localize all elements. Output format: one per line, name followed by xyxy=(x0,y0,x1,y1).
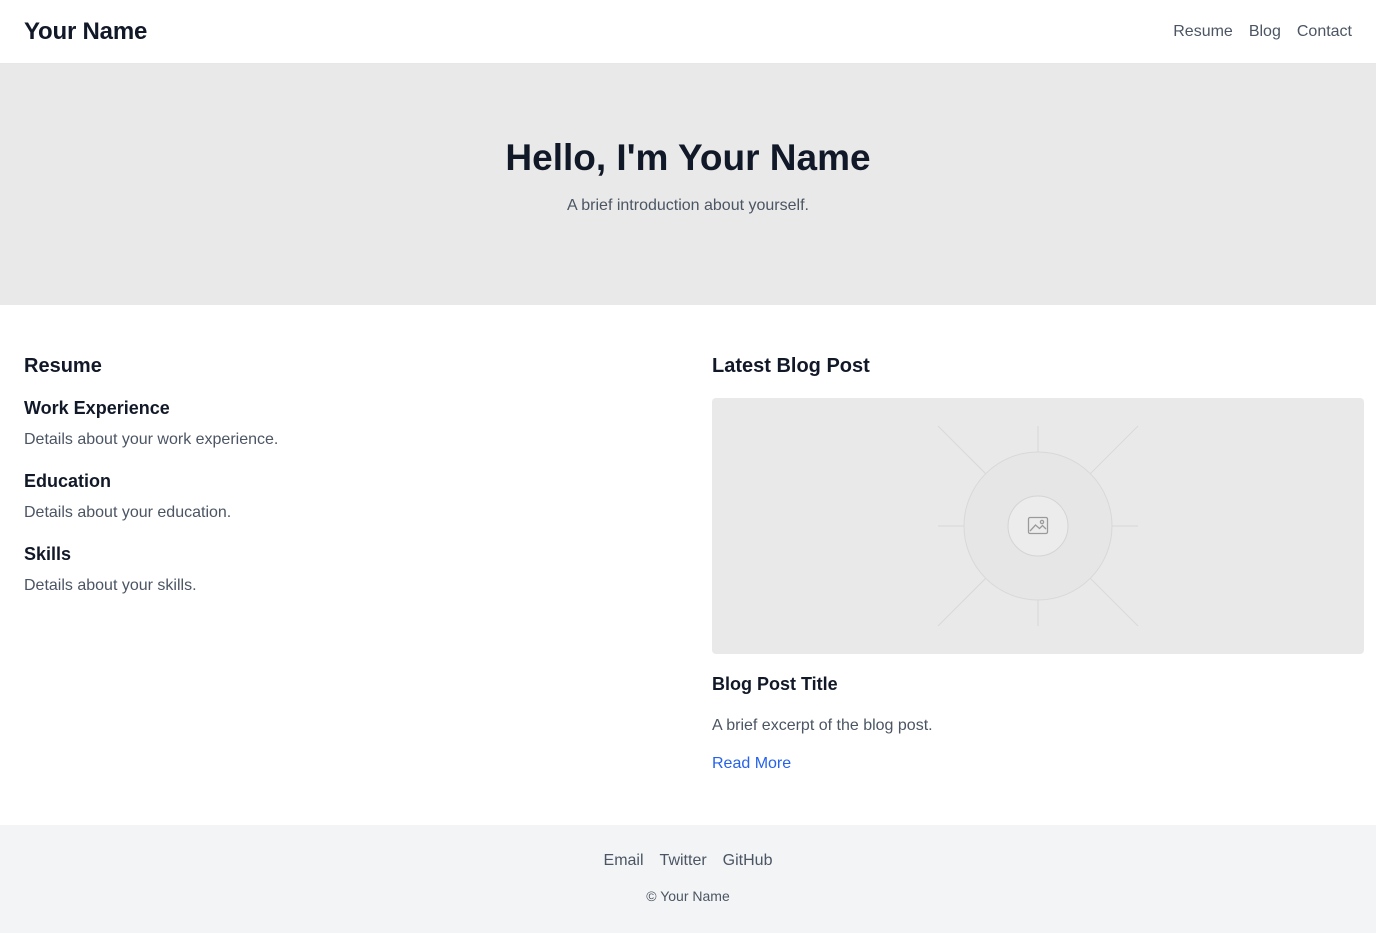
site-title[interactable]: Your Name xyxy=(24,18,147,46)
resume-item-text: Details about your education. xyxy=(24,504,232,521)
main-content: Resume Work Experience Details about you… xyxy=(0,305,1376,825)
resume-item-text: Details about your skills. xyxy=(24,577,197,594)
nav-link-blog[interactable]: Blog xyxy=(1249,23,1281,41)
blog-image-placeholder xyxy=(712,398,1364,654)
resume-item-text: Details about your work experience. xyxy=(24,431,279,448)
blog-post-excerpt: A brief excerpt of the blog post. xyxy=(712,717,933,734)
blog-post-title[interactable]: Blog Post Title xyxy=(712,674,1352,695)
nav-link-resume[interactable]: Resume xyxy=(1173,23,1233,41)
resume-item-title: Education xyxy=(24,471,112,491)
main-nav: Resume Blog Contact xyxy=(1173,23,1352,41)
footer-link-twitter[interactable]: Twitter xyxy=(660,852,707,870)
site-footer: Email Twitter GitHub © Your Name xyxy=(0,825,1376,933)
resume-item-skills: Skills Details about your skills. xyxy=(24,544,664,595)
resume-item-education: Education Details about your education. xyxy=(24,471,664,522)
read-more-link[interactable]: Read More xyxy=(712,755,791,773)
blog-heading: Latest Blog Post xyxy=(712,355,870,377)
footer-link-email[interactable]: Email xyxy=(604,852,644,870)
hero-section: Hello, I'm Your Name A brief introductio… xyxy=(0,64,1376,305)
resume-column: Resume Work Experience Details about you… xyxy=(24,355,664,825)
footer-links: Email Twitter GitHub xyxy=(604,852,773,870)
hero-subtitle: A brief introduction about yourself. xyxy=(567,196,809,214)
resume-item-title: Skills xyxy=(24,544,72,564)
copyright-text: © Your Name xyxy=(646,888,730,904)
resume-heading: Resume xyxy=(24,355,102,377)
nav-link-contact[interactable]: Contact xyxy=(1297,23,1352,41)
image-placeholder-graphic xyxy=(937,425,1139,627)
hero-title: Hello, I'm Your Name xyxy=(505,136,871,178)
resume-item-work: Work Experience Details about your work … xyxy=(24,398,664,449)
blog-column: Latest Blog Post Blog Post Title A brief… xyxy=(712,355,1364,825)
site-header: Your Name Resume Blog Contact xyxy=(0,0,1376,64)
footer-link-github[interactable]: GitHub xyxy=(723,852,773,870)
resume-item-title: Work Experience xyxy=(24,398,170,418)
